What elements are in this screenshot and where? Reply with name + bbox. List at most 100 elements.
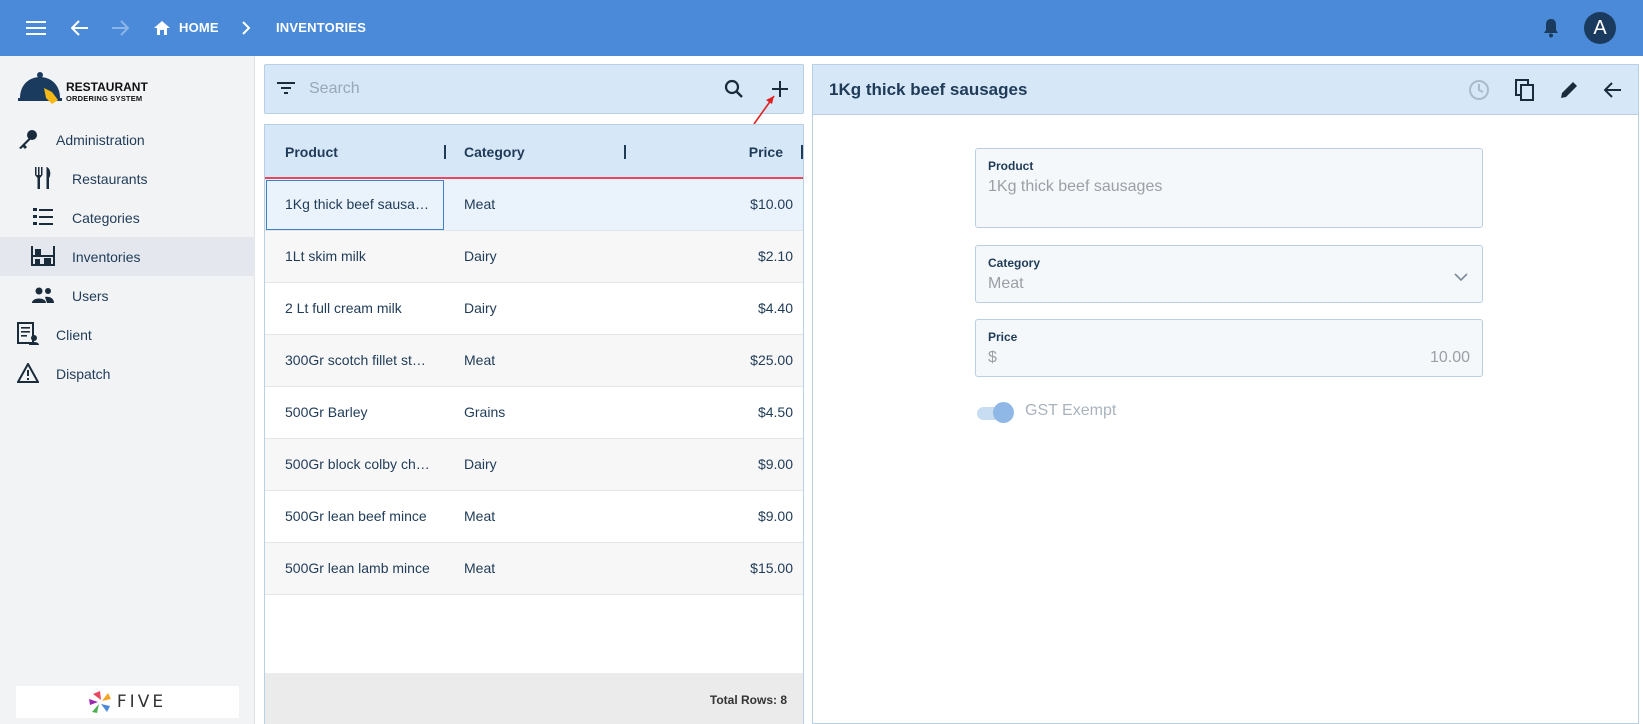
cloche-logo-icon [18, 72, 62, 104]
cell-product: 500Gr lean beef mince [285, 508, 427, 524]
chevron-down-icon [1454, 269, 1468, 287]
sidebar-item-categories[interactable]: Categories [0, 198, 255, 237]
cell-price: $4.40 [757, 300, 793, 316]
list-icon [30, 204, 56, 230]
annotation-arrow [753, 95, 775, 125]
cell-price: $15.00 [750, 560, 793, 576]
sidebar-item-client[interactable]: Client [0, 315, 255, 354]
sidebar-item-label: Inventories [72, 248, 141, 265]
cell-category: Meat [464, 196, 496, 212]
cell-price: $9.00 [757, 508, 793, 524]
search-bar: Search [264, 64, 804, 114]
sidebar-item-label: Dispatch [56, 365, 111, 382]
cell-product: 2 Lt full cream milk [285, 300, 402, 316]
key-icon [15, 126, 41, 152]
logo-title: RESTAURANT [66, 80, 148, 94]
back-arrow-icon[interactable] [66, 14, 94, 42]
cell-product: 1Kg thick beef sausa… [285, 196, 429, 212]
price-value: 10.00 [1429, 349, 1470, 366]
menu-icon[interactable] [22, 14, 50, 42]
inventory-list: Product Category Price 1Kg thick beef sa… [264, 124, 804, 724]
cell-category: Dairy [464, 456, 497, 472]
five-star-icon [88, 691, 111, 713]
cell-price: $25.00 [750, 352, 793, 368]
category-label: Category [988, 256, 1041, 270]
column-resize-handle[interactable] [624, 145, 626, 159]
chevron-right-icon [232, 14, 260, 42]
app-logo: RESTAURANT ORDERING SYSTEM [18, 70, 218, 110]
sidebar-item-users[interactable]: Users [0, 276, 255, 315]
table-row[interactable]: 500Gr lean lamb mince Meat $15.00 [265, 543, 803, 595]
sidebar-item-label: Restaurants [72, 170, 148, 187]
cell-product: 1Lt skim milk [285, 248, 366, 264]
product-field[interactable]: Product 1Kg thick beef sausages [975, 148, 1483, 228]
search-input[interactable]: Search [309, 80, 360, 98]
table-row[interactable]: 500Gr block colby ch… Dairy $9.00 [265, 439, 803, 491]
cell-price: $4.50 [757, 404, 793, 420]
cell-category: Dairy [464, 300, 497, 316]
list-header: Product Category Price [265, 125, 803, 179]
filter-icon[interactable] [277, 81, 295, 100]
sidebar: RESTAURANT ORDERING SYSTEM Administratio… [0, 56, 255, 724]
cell-product: 500Gr block colby ch… [285, 456, 430, 472]
column-header-category[interactable]: Category [464, 144, 525, 160]
forward-arrow-icon[interactable] [106, 14, 134, 42]
table-row[interactable]: 500Gr Barley Grains $4.50 [265, 387, 803, 439]
form-icon [15, 321, 41, 347]
gst-exempt-toggle[interactable] [975, 401, 1014, 423]
bell-icon[interactable] [1537, 14, 1565, 42]
shelves-icon [30, 243, 56, 269]
cell-product: 500Gr Barley [285, 404, 368, 420]
column-header-price[interactable]: Price [749, 144, 783, 160]
fork-knife-icon [30, 165, 56, 191]
detail-header: 1Kg thick beef sausages [813, 65, 1638, 115]
cell-price: $10.00 [750, 196, 793, 212]
detail-panel: 1Kg thick beef sausages Product 1Kg thic… [812, 64, 1639, 724]
detail-title: 1Kg thick beef sausages [829, 80, 1028, 99]
toggle-knob [993, 402, 1014, 423]
cell-category: Meat [464, 508, 496, 524]
sidebar-item-label: Client [56, 326, 92, 343]
warning-triangle-icon [15, 360, 41, 386]
table-row[interactable]: 1Kg thick beef sausa… Meat $10.00 [265, 179, 803, 231]
sidebar-item-label: Users [72, 287, 109, 304]
users-icon [30, 282, 56, 308]
five-logo-text: FIVE [116, 692, 167, 712]
sidebar-item-restaurants[interactable]: Restaurants [0, 159, 255, 198]
cell-product: 300Gr scotch fillet st… [285, 352, 426, 368]
total-rows: Total Rows: 8 [709, 693, 787, 707]
price-label: Price [988, 330, 1018, 344]
back-arrow-icon[interactable] [1599, 76, 1627, 104]
table-row[interactable]: 300Gr scotch fillet st… Meat $25.00 [265, 335, 803, 387]
sidebar-item-administration[interactable]: Administration [0, 120, 255, 159]
copy-icon[interactable] [1511, 76, 1539, 104]
cell-category: Grains [464, 404, 506, 420]
home-icon[interactable] [148, 14, 176, 42]
search-icon[interactable] [724, 79, 744, 104]
list-footer: Total Rows: 8 [265, 673, 803, 724]
sidebar-item-label: Administration [56, 131, 145, 148]
cell-product: 500Gr lean lamb mince [285, 560, 430, 576]
sidebar-item-dispatch[interactable]: Dispatch [0, 354, 255, 393]
product-label: Product [988, 159, 1034, 173]
breadcrumb-inventories[interactable]: INVENTORIES [276, 20, 366, 35]
table-row[interactable]: 500Gr lean beef mince Meat $9.00 [265, 491, 803, 543]
price-field[interactable]: Price $ 10.00 [975, 319, 1483, 377]
column-resize-handle[interactable] [444, 145, 446, 159]
cell-price: $9.00 [757, 456, 793, 472]
category-select[interactable]: Category Meat [975, 245, 1483, 303]
cell-price: $2.10 [757, 248, 793, 264]
avatar[interactable]: A [1584, 12, 1616, 44]
breadcrumb-home[interactable]: HOME [179, 20, 219, 35]
logo-subtitle: ORDERING SYSTEM [66, 94, 143, 103]
column-header-product[interactable]: Product [285, 144, 338, 160]
edit-pencil-icon[interactable] [1555, 76, 1583, 104]
table-row[interactable]: 2 Lt full cream milk Dairy $4.40 [265, 283, 803, 335]
gst-exempt-label: GST Exempt [1025, 402, 1117, 419]
table-row[interactable]: 1Lt skim milk Dairy $2.10 [265, 231, 803, 283]
cell-category: Dairy [464, 248, 497, 264]
column-resize-handle[interactable] [801, 145, 803, 159]
sidebar-item-inventories[interactable]: Inventories [0, 237, 255, 276]
history-icon[interactable] [1465, 76, 1493, 104]
price-currency: $ [988, 349, 997, 366]
